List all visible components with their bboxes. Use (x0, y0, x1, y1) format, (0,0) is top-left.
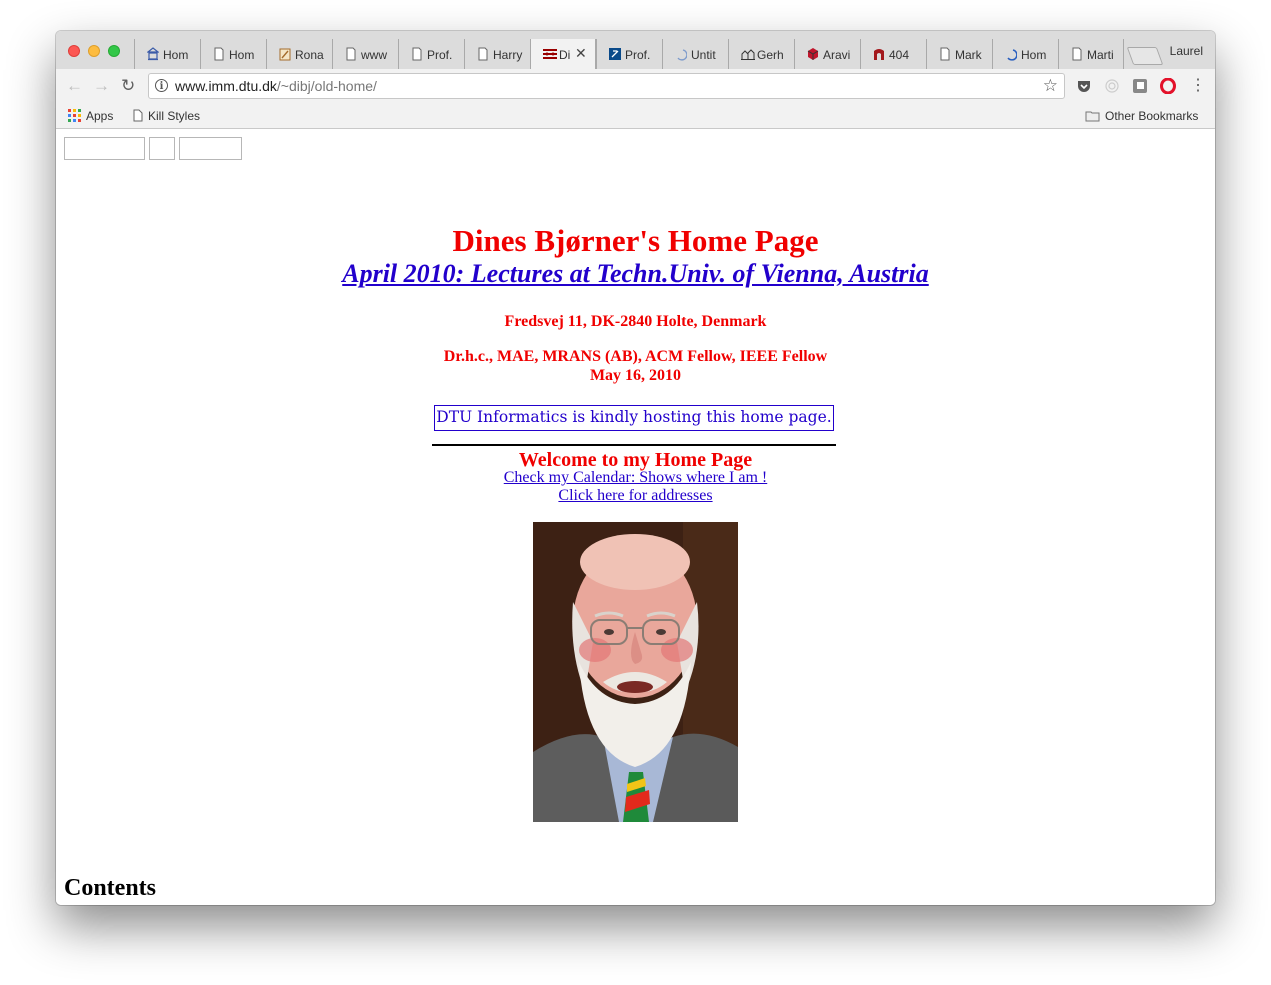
tab-label: Hom (1021, 48, 1047, 62)
tab-label: Mark (955, 48, 982, 62)
page-content: Dines Bjørner's Home Page April 2010: Le… (56, 129, 1215, 905)
broken-image-1[interactable] (64, 137, 145, 160)
page-icon (213, 47, 225, 61)
forward-arrow-icon[interactable]: → (93, 77, 110, 94)
address-bar[interactable]: i www.imm.dtu.dk/~dibj/old-home/ ☆ (148, 73, 1065, 99)
tab-12[interactable]: 404 (860, 39, 926, 69)
url-path: /~dibj/old-home/ (276, 78, 377, 94)
tab-label: Gerh (757, 48, 784, 62)
tab-2[interactable]: Hom (200, 39, 266, 69)
spinner-icon (675, 47, 688, 61)
tab-1[interactable]: Hom (134, 39, 200, 69)
tab-8[interactable]: Prof. (596, 39, 662, 69)
tab-6[interactable]: Harry (464, 39, 530, 69)
tab-label: Rona (295, 48, 324, 62)
arch-icon (873, 47, 885, 61)
tab-label: Prof. (427, 48, 453, 62)
page-date: May 16, 2010 (589, 367, 682, 384)
browser-window: Hom Hom Rona www Prof. Harry Di ✕ Prof. … (56, 31, 1215, 905)
hosting-note: DTU Informatics is kindly hosting this h… (434, 405, 834, 431)
extension-swirl-icon[interactable] (1104, 78, 1120, 94)
calendar-link[interactable]: Check my Calendar: Shows where I am ! (504, 469, 767, 486)
tab-label: Di (559, 48, 571, 62)
bookmark-kill-styles[interactable]: Kill Styles (133, 109, 200, 125)
tab-4[interactable]: www (332, 39, 398, 69)
spinner-icon (1005, 47, 1018, 61)
page-title: Dines Bjørner's Home Page (452, 223, 819, 258)
postal-address: Fredsvej 11, DK-2840 Holte, Denmark (504, 313, 767, 330)
bookmark-apps-label: Apps (86, 109, 114, 123)
tab-10[interactable]: Gerh (728, 39, 794, 69)
cube-icon (807, 47, 819, 61)
tab-label: Untit (691, 48, 716, 62)
reload-icon[interactable]: ↻ (121, 77, 135, 94)
page-icon (345, 47, 357, 61)
new-tab-button[interactable] (1126, 47, 1164, 65)
page-icon (477, 47, 489, 61)
tab-label: Harry (493, 48, 523, 62)
tab-3[interactable]: Rona (266, 39, 332, 69)
contents-heading: Contents (64, 875, 157, 901)
tab-strip: Hom Hom Rona www Prof. Harry Di ✕ Prof. … (56, 31, 1215, 70)
opera-icon[interactable] (1160, 77, 1176, 95)
other-bookmarks[interactable]: Other Bookmarks (1085, 109, 1198, 125)
broken-image-2[interactable] (149, 137, 175, 160)
pencil-icon (279, 47, 291, 61)
page-icon (411, 47, 423, 61)
tab-7-active[interactable]: Di ✕ (530, 39, 596, 70)
vienna-lectures-link[interactable]: April 2010: Lectures at Techn.Univ. of V… (342, 259, 929, 288)
building-icon (147, 47, 160, 61)
other-bookmarks-label: Other Bookmarks (1105, 109, 1199, 123)
bookmark-star-icon[interactable]: ☆ (1043, 76, 1058, 96)
bookmarks-bar: Apps Kill Styles Other Bookmarks (56, 103, 1215, 129)
bookmark-kill-styles-label: Kill Styles (148, 109, 201, 123)
tab-label: www (361, 48, 387, 62)
close-window-button[interactable] (68, 45, 80, 57)
page-icon (133, 109, 143, 125)
divider (432, 444, 836, 446)
tab-label: Marti (1087, 48, 1114, 62)
tab-label: Hom (229, 48, 255, 62)
page-icon (1071, 47, 1083, 61)
browser-toolbar: ← → ↻ i www.imm.dtu.dk/~dibj/old-home/ ☆… (56, 69, 1215, 103)
credentials: Dr.h.c., MAE, MRANS (AB), ACM Fellow, IE… (443, 348, 828, 365)
broken-image-3[interactable] (179, 137, 242, 160)
apps-grid-icon (68, 109, 81, 125)
pocket-icon[interactable] (1076, 78, 1092, 94)
tab-5[interactable]: Prof. (398, 39, 464, 69)
addresses-link[interactable]: Click here for addresses (558, 487, 712, 504)
logo-icon (609, 47, 621, 61)
close-tab-icon[interactable]: ✕ (575, 45, 587, 62)
tab-label: Prof. (625, 48, 651, 62)
page-icon (939, 47, 951, 61)
portrait-photo (533, 522, 738, 822)
tab-15[interactable]: Marti (1058, 39, 1124, 69)
tab-label: 404 (889, 48, 910, 62)
maximize-window-button[interactable] (108, 45, 120, 57)
extension-square-icon[interactable] (1132, 78, 1148, 94)
tab-13[interactable]: Mark (926, 39, 992, 69)
url-host: www.imm.dtu.dk (175, 78, 277, 94)
folder-icon (1085, 110, 1100, 125)
tab-label: Hom (163, 48, 189, 62)
tab-11[interactable]: Aravi (794, 39, 860, 69)
menu-kebab-icon[interactable]: ⋮ (1190, 75, 1206, 94)
building-icon (741, 47, 755, 61)
dtu-logo-icon (543, 47, 557, 61)
tab-14[interactable]: Hom (992, 39, 1058, 69)
info-icon[interactable]: i (155, 79, 168, 92)
minimize-window-button[interactable] (88, 45, 100, 57)
back-arrow-icon[interactable]: ← (66, 77, 83, 94)
tab-label: Aravi (823, 48, 851, 62)
profile-name[interactable]: Laurel (1170, 44, 1203, 58)
bookmark-apps[interactable]: Apps (68, 109, 113, 125)
tab-9[interactable]: Untit (662, 39, 728, 69)
